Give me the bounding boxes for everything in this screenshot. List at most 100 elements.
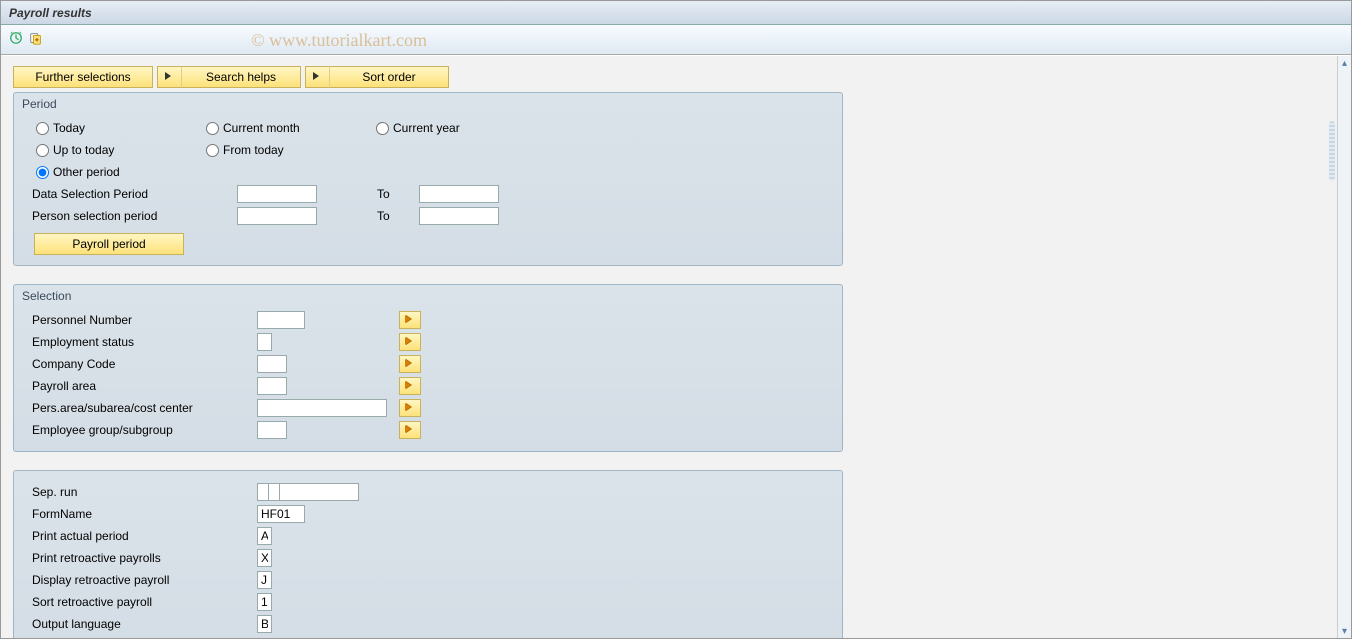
- selection-input[interactable]: [257, 421, 287, 439]
- out-lang-label: Output language: [32, 617, 257, 631]
- selection-label: Personnel Number: [32, 313, 257, 327]
- print-actual-label: Print actual period: [32, 529, 257, 543]
- sort-retro-label: Sort retroactive payroll: [32, 595, 257, 609]
- selection-row: Personnel Number: [14, 309, 842, 331]
- multiple-selection-button[interactable]: [399, 355, 421, 373]
- selection-title: Selection: [14, 287, 842, 309]
- sep-run-label: Sep. run: [32, 485, 257, 499]
- arrow-right-icon: [405, 403, 415, 413]
- content-area: Further selections Search helps Sort ord…: [1, 56, 1337, 638]
- selection-row: Employment status: [14, 331, 842, 353]
- radio-current-month[interactable]: Current month: [206, 121, 376, 135]
- multiple-selection-button[interactable]: [399, 421, 421, 439]
- formname-input[interactable]: [257, 505, 305, 523]
- arrow-right-icon: [405, 381, 415, 391]
- app-window: Payroll results © www.tutorialkart.com F…: [0, 0, 1352, 639]
- watermark-text: © www.tutorialkart.com: [251, 30, 427, 51]
- print-retro-input[interactable]: [257, 549, 272, 567]
- selection-label: Company Code: [32, 357, 257, 371]
- payroll-period-button[interactable]: Payroll period: [34, 233, 184, 255]
- selection-row: Payroll area: [14, 375, 842, 397]
- arrow-right-icon: [405, 359, 415, 369]
- data-sel-period-from-input[interactable]: [237, 185, 317, 203]
- disp-retro-row: Display retroactive payroll: [14, 569, 842, 591]
- radio-up-to-today[interactable]: Up to today: [36, 143, 206, 157]
- arrow-right-icon: [313, 72, 323, 82]
- multiple-selection-button[interactable]: [399, 377, 421, 395]
- app-toolbar: © www.tutorialkart.com: [1, 25, 1351, 55]
- selection-group: Selection Personnel Number Employment sta…: [13, 284, 843, 452]
- payroll-period-label: Payroll period: [72, 237, 145, 251]
- person-sel-period-from-input[interactable]: [237, 207, 317, 225]
- selection-label: Employment status: [32, 335, 257, 349]
- selection-row: Company Code: [14, 353, 842, 375]
- selection-input[interactable]: [257, 355, 287, 373]
- person-sel-period-to-input[interactable]: [419, 207, 499, 225]
- scroll-down-icon[interactable]: ▾: [1340, 626, 1350, 636]
- sort-retro-input[interactable]: [257, 593, 272, 611]
- scroll-up-icon[interactable]: ▴: [1340, 58, 1350, 68]
- execute-icon[interactable]: [9, 31, 23, 48]
- further-selections-label: Further selections: [35, 70, 130, 84]
- print-actual-row: Print actual period: [14, 525, 842, 547]
- radio-up-to-today-label: Up to today: [53, 143, 114, 157]
- disp-retro-input[interactable]: [257, 571, 272, 589]
- to-label: To: [377, 187, 419, 201]
- period-group: Period Today Current month Current year …: [13, 92, 843, 266]
- arrow-right-icon: [405, 425, 415, 435]
- multiple-selection-button[interactable]: [399, 399, 421, 417]
- sort-order-button[interactable]: Sort order: [329, 66, 449, 88]
- selection-input[interactable]: [257, 333, 272, 351]
- multiple-selection-button[interactable]: [399, 311, 421, 329]
- further-selections-button[interactable]: Further selections: [13, 66, 153, 88]
- formname-row: FormName: [14, 503, 842, 525]
- print-actual-input[interactable]: [257, 527, 272, 545]
- radio-from-today[interactable]: From today: [206, 143, 376, 157]
- selection-label: Payroll area: [32, 379, 257, 393]
- search-helps-button[interactable]: Search helps: [181, 66, 301, 88]
- sep-run-input-c[interactable]: [279, 483, 359, 501]
- selection-label: Pers.area/subarea/cost center: [32, 401, 257, 415]
- selection-input[interactable]: [257, 377, 287, 395]
- top-button-row: Further selections Search helps Sort ord…: [13, 66, 1325, 88]
- period-radio-row-2: Up to today From today: [14, 139, 842, 161]
- period-radio-row-3: Other period: [14, 161, 842, 183]
- print-retro-label: Print retroactive payrolls: [32, 551, 257, 565]
- selection-row: Pers.area/subarea/cost center: [14, 397, 842, 419]
- selection-input[interactable]: [257, 311, 305, 329]
- data-sel-period-row: Data Selection Period To: [14, 183, 842, 205]
- period-radio-row-1: Today Current month Current year: [14, 117, 842, 139]
- page-title: Payroll results: [9, 6, 92, 20]
- vertical-scrollbar[interactable]: ▴ ▾: [1337, 56, 1351, 638]
- radio-current-month-label: Current month: [223, 121, 300, 135]
- arrow-right-icon: [165, 72, 175, 82]
- arrow-right-icon: [405, 315, 415, 325]
- title-bar: Payroll results: [1, 1, 1351, 25]
- multiple-selection-button[interactable]: [399, 333, 421, 351]
- scroll-grip-icon: [1329, 121, 1335, 181]
- data-sel-period-label: Data Selection Period: [32, 187, 237, 201]
- period-title: Period: [14, 95, 842, 117]
- out-lang-row: Output language: [14, 613, 842, 635]
- data-sel-period-to-input[interactable]: [419, 185, 499, 203]
- sort-order-label: Sort order: [362, 70, 415, 84]
- radio-current-year[interactable]: Current year: [376, 121, 546, 135]
- options-group: Sep. run FormName Print actual period Pr…: [13, 470, 843, 638]
- disp-retro-label: Display retroactive payroll: [32, 573, 257, 587]
- selection-row: Employee group/subgroup: [14, 419, 842, 441]
- search-helps-arrow-icon[interactable]: [157, 66, 181, 88]
- person-sel-period-row: Person selection period To: [14, 205, 842, 227]
- sort-order-arrow-icon[interactable]: [305, 66, 329, 88]
- radio-current-year-label: Current year: [393, 121, 460, 135]
- radio-from-today-label: From today: [223, 143, 284, 157]
- print-retro-row: Print retroactive payrolls: [14, 547, 842, 569]
- radio-other-period[interactable]: Other period: [36, 165, 206, 179]
- selection-input[interactable]: [257, 399, 387, 417]
- to-label-2: To: [377, 209, 419, 223]
- get-variant-icon[interactable]: [29, 31, 43, 48]
- radio-today[interactable]: Today: [36, 121, 206, 135]
- radio-other-period-label: Other period: [53, 165, 120, 179]
- out-lang-input[interactable]: [257, 615, 272, 633]
- sort-retro-row: Sort retroactive payroll: [14, 591, 842, 613]
- sep-run-row: Sep. run: [14, 481, 842, 503]
